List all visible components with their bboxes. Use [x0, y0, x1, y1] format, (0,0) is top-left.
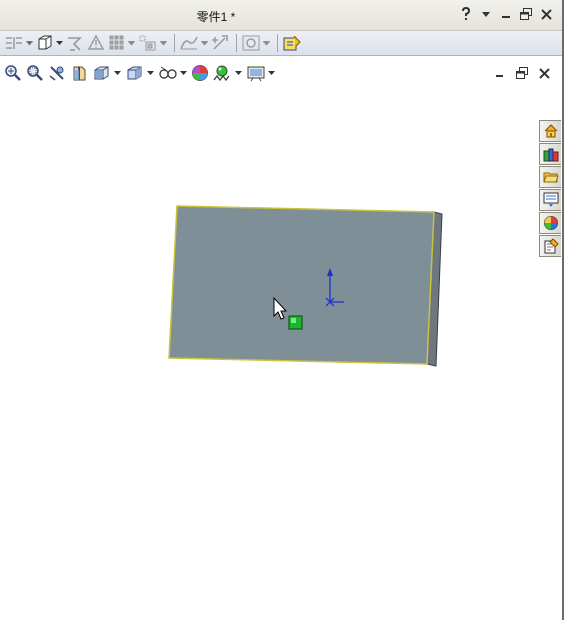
command-toolbar — [0, 31, 562, 56]
edit-appearance-icon[interactable] — [191, 64, 209, 82]
minimize-icon[interactable] — [498, 6, 514, 22]
mirror-icon[interactable] — [4, 33, 33, 53]
restore-icon[interactable] — [514, 65, 530, 81]
zoom-to-fit-icon[interactable] — [4, 64, 22, 82]
close-icon[interactable] — [536, 65, 552, 81]
smart-dimension-icon[interactable] — [211, 33, 229, 53]
view-settings-icon[interactable] — [246, 64, 275, 82]
part-front-face[interactable] — [168, 205, 435, 365]
close-icon[interactable] — [538, 6, 554, 22]
extrude-icon[interactable] — [36, 33, 63, 53]
hide-show-items-icon[interactable] — [158, 64, 187, 82]
minimize-icon[interactable] — [492, 65, 508, 81]
display-style-icon[interactable] — [125, 64, 154, 82]
apply-scene-icon[interactable] — [213, 64, 242, 82]
linear-pattern-icon[interactable] — [108, 33, 135, 53]
reference-geometry-icon[interactable] — [138, 33, 167, 53]
title-controls — [458, 6, 554, 22]
window-title: 零件1 * — [196, 10, 236, 24]
help-icon[interactable] — [458, 6, 474, 22]
view-orientation-icon[interactable] — [92, 64, 121, 82]
sketch-relation-icon[interactable] — [179, 33, 208, 53]
view-toolbar — [4, 62, 275, 84]
restore-icon[interactable] — [518, 6, 534, 22]
graphics-area[interactable] — [0, 86, 562, 620]
display-style-icon[interactable] — [241, 33, 270, 53]
model-view — [168, 205, 443, 367]
zoom-to-area-icon[interactable] — [26, 64, 44, 82]
title-bar: 零件1 * — [0, 0, 562, 31]
options-icon[interactable] — [282, 33, 302, 53]
toolbar-separator — [174, 34, 175, 52]
selection-handle-icon[interactable] — [288, 315, 303, 330]
previous-view-icon[interactable] — [48, 64, 66, 82]
dropdown-arrow-icon[interactable] — [478, 6, 494, 22]
section-view-icon[interactable] — [70, 64, 88, 82]
document-window-controls — [492, 65, 552, 81]
draft-icon[interactable] — [87, 33, 105, 53]
toolbar-separator — [277, 34, 278, 52]
hole-wizard-icon[interactable] — [66, 33, 84, 53]
toolbar-separator — [236, 34, 237, 52]
